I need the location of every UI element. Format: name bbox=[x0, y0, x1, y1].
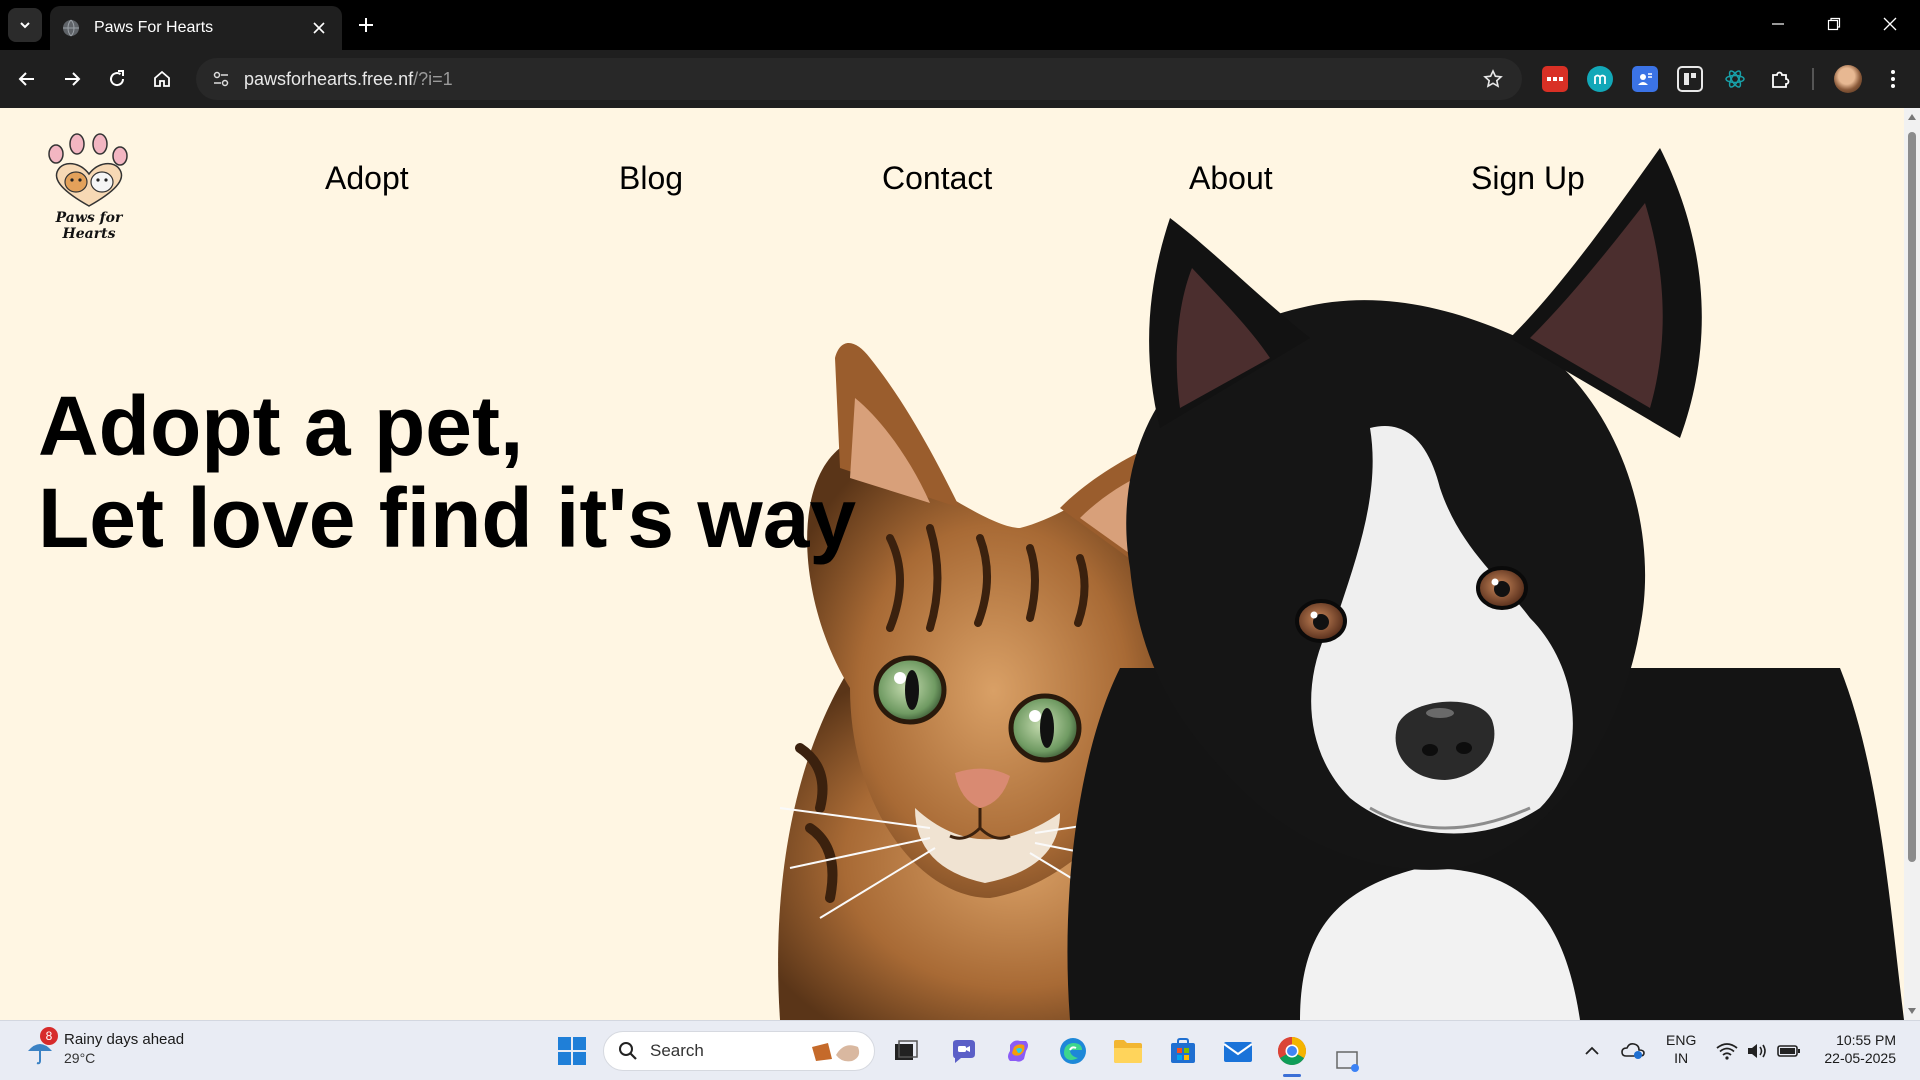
active-app-indicator bbox=[1283, 1074, 1301, 1077]
contact-extension-icon[interactable] bbox=[1632, 66, 1658, 92]
volume-icon[interactable] bbox=[1744, 1021, 1770, 1080]
home-icon bbox=[154, 70, 170, 87]
store-icon bbox=[1171, 1038, 1195, 1063]
weather-widget[interactable]: Rainy days ahead 29°C bbox=[64, 1031, 184, 1067]
copilot-icon bbox=[1008, 1040, 1028, 1062]
start-button[interactable] bbox=[554, 1033, 590, 1069]
nav-adopt[interactable]: Adopt bbox=[325, 160, 409, 197]
reload-button[interactable] bbox=[100, 62, 134, 96]
teams-chat-button[interactable] bbox=[945, 1033, 981, 1069]
snipping-tool-button[interactable] bbox=[1332, 1043, 1368, 1079]
scroll-up-icon[interactable] bbox=[1907, 112, 1917, 122]
onedrive-tray-icon[interactable] bbox=[1618, 1021, 1648, 1080]
weather-temp: 29°C bbox=[64, 1050, 96, 1066]
browser-tab-strip: Paws For Hearts bbox=[0, 0, 1920, 50]
page-scrollbar[interactable] bbox=[1904, 108, 1920, 1020]
chrome-button[interactable] bbox=[1274, 1033, 1310, 1069]
menu-button[interactable] bbox=[1876, 62, 1910, 96]
toggle-extension-icon[interactable] bbox=[1677, 66, 1703, 92]
task-view-icon bbox=[895, 1040, 918, 1060]
search-highlight-icon bbox=[812, 1043, 860, 1062]
bookmark-star-icon[interactable] bbox=[1480, 66, 1506, 92]
close-icon bbox=[1883, 17, 1897, 31]
task-view-button[interactable] bbox=[888, 1033, 924, 1069]
cat-and-dog-image bbox=[778, 148, 1904, 1020]
lang-code: ENG bbox=[1666, 1032, 1697, 1048]
chevron-up-icon bbox=[1585, 1046, 1599, 1055]
clock-time: 10:55 PM bbox=[1836, 1032, 1896, 1048]
more-vertical-icon bbox=[1891, 70, 1895, 88]
home-button[interactable] bbox=[145, 62, 179, 96]
m-extension-icon[interactable] bbox=[1587, 66, 1613, 92]
weather-alert-badge: 8 bbox=[40, 1027, 58, 1045]
system-clock[interactable]: 10:55 PM 22-05-2025 bbox=[1810, 1031, 1896, 1067]
page-viewport: Paws for Hearts Adopt Blog Contact About… bbox=[0, 108, 1904, 1020]
hero-line-2: Let love find it's way bbox=[38, 471, 857, 565]
paw-logo-icon bbox=[48, 133, 128, 207]
close-window-button[interactable] bbox=[1862, 6, 1918, 42]
battery-icon[interactable] bbox=[1774, 1021, 1804, 1080]
clock-date: 22-05-2025 bbox=[1824, 1050, 1896, 1066]
windows-logo-icon bbox=[558, 1037, 586, 1065]
edge-button[interactable] bbox=[1055, 1033, 1091, 1069]
file-explorer-button[interactable] bbox=[1110, 1033, 1146, 1069]
scrollbar-thumb[interactable] bbox=[1908, 132, 1916, 862]
restore-icon bbox=[1827, 17, 1841, 31]
copilot-button[interactable] bbox=[1000, 1033, 1036, 1069]
dog-figure bbox=[1067, 148, 1904, 1020]
url-path: /?i=1 bbox=[413, 68, 453, 89]
chrome-icon bbox=[1278, 1037, 1306, 1065]
url-text: pawsforhearts.free.nf/?i=1 bbox=[244, 69, 453, 90]
edge-icon bbox=[1060, 1038, 1086, 1064]
address-bar[interactable]: pawsforhearts.free.nf/?i=1 bbox=[196, 58, 1522, 100]
folder-icon bbox=[1114, 1040, 1142, 1063]
taskbar-search[interactable]: Search bbox=[603, 1031, 875, 1071]
site-settings-icon[interactable] bbox=[206, 64, 236, 94]
arrow-right-icon bbox=[65, 72, 81, 86]
windows-taskbar: 8 Rainy days ahead 29°C Search ENG IN 10… bbox=[0, 1020, 1920, 1080]
toolbar-divider bbox=[1812, 68, 1814, 90]
url-host: pawsforhearts.free.nf bbox=[244, 68, 414, 89]
mail-icon bbox=[1223, 1042, 1253, 1062]
globe-icon bbox=[63, 19, 79, 37]
plus-icon bbox=[359, 18, 373, 32]
nav-blog[interactable]: Blog bbox=[619, 160, 683, 197]
forward-button[interactable] bbox=[55, 62, 89, 96]
chat-icon bbox=[953, 1040, 975, 1063]
back-button[interactable] bbox=[10, 62, 44, 96]
restore-button[interactable] bbox=[1806, 6, 1862, 42]
store-button[interactable] bbox=[1165, 1033, 1201, 1069]
minimize-button[interactable] bbox=[1750, 6, 1806, 42]
puzzle-extensions-icon[interactable] bbox=[1767, 66, 1793, 92]
browser-toolbar: pawsforhearts.free.nf/?i=1 bbox=[0, 50, 1920, 108]
wifi-icon[interactable] bbox=[1714, 1021, 1740, 1080]
show-hidden-icons[interactable] bbox=[1580, 1021, 1604, 1080]
minimize-icon bbox=[1772, 23, 1784, 25]
tab-title: Paws For Hearts bbox=[94, 19, 214, 36]
todo-extension-icon[interactable] bbox=[1542, 66, 1568, 92]
tab-search-button[interactable] bbox=[8, 8, 42, 42]
atom-extension-icon[interactable] bbox=[1722, 66, 1748, 92]
hero-line-1: Adopt a pet, bbox=[38, 379, 524, 473]
active-tab[interactable]: Paws For Hearts bbox=[50, 6, 342, 50]
close-tab-icon[interactable] bbox=[308, 17, 330, 39]
region-code: IN bbox=[1674, 1050, 1689, 1066]
search-label: Search bbox=[650, 1041, 704, 1060]
snip-icon bbox=[1336, 1051, 1359, 1072]
site-logo[interactable]: Paws for Hearts bbox=[34, 132, 144, 242]
weather-title: Rainy days ahead bbox=[64, 1031, 185, 1048]
logo-text: Paws for Hearts bbox=[55, 210, 123, 242]
arrow-left-icon bbox=[18, 72, 34, 86]
search-icon bbox=[619, 1042, 637, 1060]
reload-icon bbox=[110, 70, 125, 87]
profile-avatar[interactable] bbox=[1834, 65, 1862, 93]
mail-button[interactable] bbox=[1220, 1033, 1256, 1069]
hero-heading: Adopt a pet, Let love find it's way bbox=[38, 380, 856, 564]
new-tab-button[interactable] bbox=[353, 12, 379, 38]
language-indicator[interactable]: ENG IN bbox=[1666, 1031, 1696, 1067]
scroll-down-icon[interactable] bbox=[1907, 1006, 1917, 1016]
chevron-down-icon bbox=[20, 22, 30, 29]
